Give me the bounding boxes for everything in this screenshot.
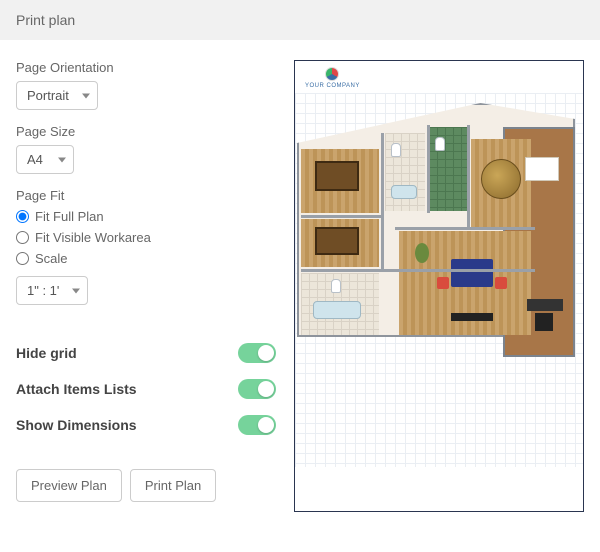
toilet-2 [435, 137, 445, 151]
print-plan-button[interactable]: Print Plan [130, 469, 216, 502]
radio-input[interactable] [16, 210, 29, 223]
bedroom-1-rug [315, 161, 359, 191]
page-fit-group: Page Fit Fit Full Plan Fit Visible Worka… [16, 188, 276, 305]
wall [301, 215, 381, 218]
patio-table [525, 157, 559, 181]
bedroom-2-rug [315, 227, 359, 255]
window-title: Print plan [16, 12, 75, 28]
fit-full-plan-label: Fit Full Plan [35, 209, 104, 224]
page-size-group: Page Size A4 [16, 124, 276, 174]
tv-unit [451, 313, 493, 321]
chevron-down-icon [82, 93, 90, 98]
orientation-group: Page Orientation Portrait [16, 60, 276, 110]
round-table [481, 159, 521, 199]
hide-grid-label: Hide grid [16, 345, 77, 361]
fit-scale-radio[interactable]: Scale [16, 251, 276, 266]
chevron-down-icon [58, 157, 66, 162]
armchair-1 [437, 277, 449, 289]
page-size-select[interactable]: A4 [16, 145, 74, 174]
fit-visible-radio[interactable]: Fit Visible Workarea [16, 230, 276, 245]
wall [381, 133, 384, 269]
fit-full-plan-radio[interactable]: Fit Full Plan [16, 209, 276, 224]
floor-plan [295, 103, 577, 363]
action-buttons: Preview Plan Print Plan [16, 469, 276, 502]
sink-1 [391, 185, 417, 199]
fit-scale-label: Scale [35, 251, 68, 266]
toilet-3 [331, 279, 341, 293]
window-titlebar: Print plan [0, 0, 600, 40]
show-dimensions-label: Show Dimensions [16, 417, 137, 433]
wall [395, 227, 535, 230]
attach-items-label: Attach Items Lists [16, 381, 137, 397]
main-content: Page Orientation Portrait Page Size A4 P… [0, 40, 600, 524]
orientation-value: Portrait [27, 88, 69, 103]
desk [527, 299, 563, 311]
armchair-2 [495, 277, 507, 289]
fit-visible-label: Fit Visible Workarea [35, 230, 151, 245]
wall [301, 269, 535, 272]
print-preview: YOUR COMPANY [294, 60, 584, 512]
hide-grid-row: Hide grid [16, 337, 276, 369]
show-dimensions-row: Show Dimensions [16, 409, 276, 441]
scale-value: 1" : 1' [27, 283, 59, 298]
radio-input[interactable] [16, 252, 29, 265]
hide-grid-toggle[interactable] [238, 343, 276, 363]
chevron-down-icon [72, 288, 80, 293]
sofa [451, 259, 493, 287]
orientation-label: Page Orientation [16, 60, 276, 75]
wall [467, 125, 470, 229]
company-logo: YOUR COMPANY [305, 67, 360, 89]
plant-icon [415, 243, 429, 263]
page-size-label: Page Size [16, 124, 276, 139]
bathtub [313, 301, 361, 319]
show-dimensions-toggle[interactable] [238, 415, 276, 435]
page-fit-label: Page Fit [16, 188, 276, 203]
toggles-group: Hide grid Attach Items Lists Show Dimens… [16, 337, 276, 445]
preview-plan-button[interactable]: Preview Plan [16, 469, 122, 502]
radio-input[interactable] [16, 231, 29, 244]
orientation-select[interactable]: Portrait [16, 81, 98, 110]
page-size-value: A4 [27, 152, 43, 167]
desk-chair [535, 313, 553, 331]
logo-icon [325, 67, 339, 81]
toilet-1 [391, 143, 401, 157]
logo-text: YOUR COMPANY [305, 83, 360, 89]
attach-items-toggle[interactable] [238, 379, 276, 399]
scale-select[interactable]: 1" : 1' [16, 276, 88, 305]
attach-items-row: Attach Items Lists [16, 373, 276, 405]
settings-panel: Page Orientation Portrait Page Size A4 P… [16, 60, 276, 512]
wall [427, 125, 430, 213]
